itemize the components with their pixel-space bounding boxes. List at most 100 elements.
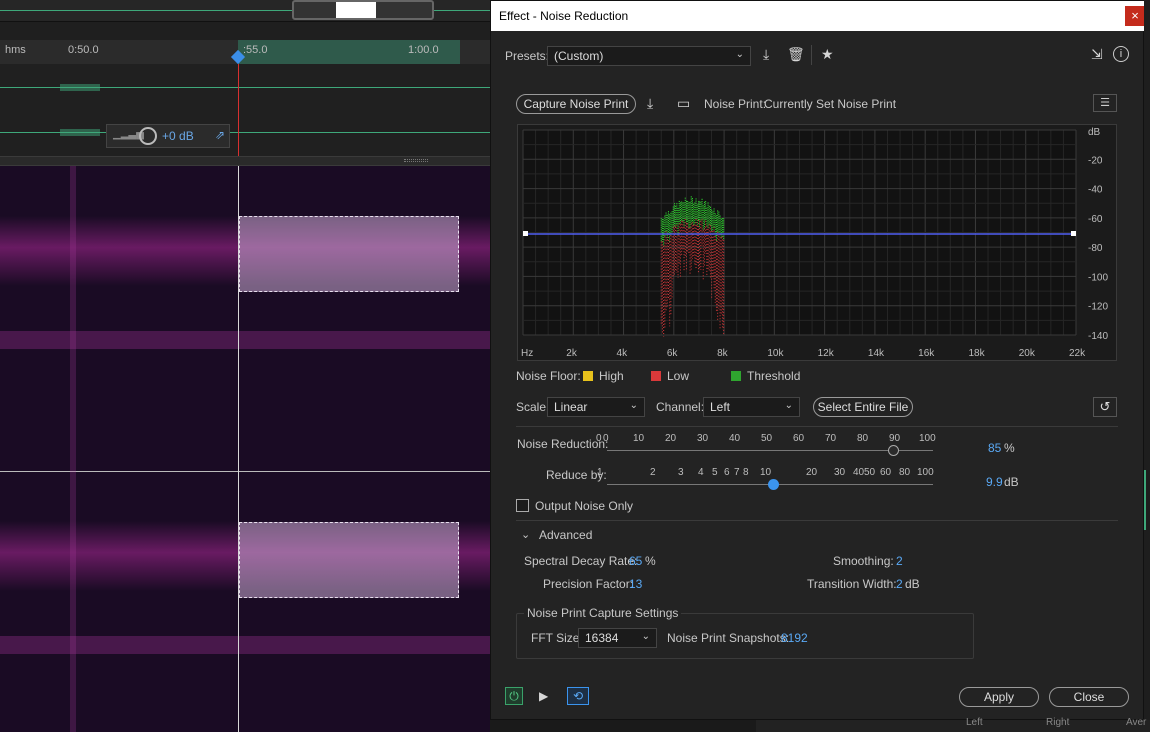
favorite-star-icon[interactable]: ★ (821, 46, 834, 63)
chevron-down-icon: ⌄ (784, 400, 793, 411)
play-icon[interactable]: ▶ (539, 689, 548, 703)
y-axis-ticks: -20 -40 -60 -80 -100 -120 -140 (1088, 155, 1108, 342)
section-divider (516, 520, 1118, 521)
legend-high-text: High (599, 369, 624, 383)
transition-width-value[interactable]: 2 (896, 577, 903, 591)
legend-low: Low (651, 369, 689, 383)
spectral-decay-label: Spectral Decay Rate: (524, 554, 638, 568)
noise-graph-canvas[interactable]: dB -20 -40 -60 -80 -100 -120 -140 Hz 2k 4k 6k 8k 10… (518, 125, 1118, 362)
channel-dropdown[interactable]: Left ⌄ (703, 397, 800, 417)
reduce-by-slider[interactable] (768, 479, 779, 490)
slider-tick-label: 0 (596, 433, 602, 444)
section-divider (516, 426, 1118, 427)
save-preset-icon[interactable]: ⤓ (763, 46, 769, 63)
spectral-display[interactable] (0, 166, 490, 732)
scale-dropdown[interactable]: Linear ⌄ (547, 397, 645, 417)
info-icon[interactable]: i (1113, 46, 1129, 62)
apply-button[interactable]: Apply (959, 687, 1039, 707)
x-tick-label: 22k (1069, 348, 1086, 359)
legend-threshold-swatch (731, 371, 741, 381)
time-ruler[interactable]: hms 0:50.0 :55.0 1:00.0 (0, 40, 490, 65)
x-tick-label: 20k (1019, 348, 1036, 359)
smoothing-value[interactable]: 2 (896, 554, 903, 568)
slider-tick-label: 1 (597, 467, 603, 478)
y-tick-label: -140 (1088, 331, 1108, 342)
overview-viewport[interactable] (292, 0, 434, 20)
precision-factor-label: Precision Factor: (543, 577, 634, 591)
graph-menu-icon[interactable]: ☰ (1093, 94, 1117, 112)
threshold-handle-right[interactable] (1071, 231, 1076, 236)
slider-tick-label: 70 (825, 433, 837, 444)
gain-knob-icon[interactable] (139, 127, 157, 145)
legend-high-swatch (583, 371, 593, 381)
y-tick-label: -80 (1088, 243, 1103, 254)
routing-icon[interactable]: ⇲ (1091, 46, 1103, 63)
overview-bar[interactable] (0, 0, 490, 22)
overview-view-handle[interactable] (336, 2, 376, 18)
reduce-by-scale: 1 2 3 4 5 6 7 8 10 20 30 40 50 60 80 100 (597, 467, 939, 491)
slider-tick-label: 4 (698, 467, 704, 478)
noise-print-label: Noise Print: (704, 97, 767, 111)
waveform-view[interactable] (0, 64, 490, 156)
noise-print-value: Currently Set Noise Print (764, 97, 897, 111)
slider-tick-label: 10 (760, 467, 772, 478)
output-noise-only-checkbox[interactable] (516, 499, 529, 512)
loop-icon[interactable]: ⟲ (567, 687, 589, 705)
noise-reduction-slider[interactable] (888, 445, 900, 456)
waveform-burst (60, 129, 100, 136)
title-bar[interactable]: Effect - Noise Reduction × (491, 1, 1145, 31)
x-tick-label: 14k (868, 348, 885, 359)
presets-dropdown[interactable]: (Custom) ⌄ (547, 46, 751, 66)
close-button[interactable]: Close (1049, 687, 1129, 707)
capture-noise-print-button[interactable]: Capture Noise Print (516, 94, 636, 114)
noise-reduction-value[interactable]: 85 (988, 441, 1001, 455)
advanced-toggle[interactable]: Advanced (539, 528, 592, 542)
y-tick-label: -60 (1088, 214, 1103, 225)
gain-hud[interactable]: ▁▂▃▅ +0 dB ⇗ (106, 124, 230, 148)
x-tick-label: 4k (617, 348, 629, 359)
ruler-label-2: 1:00.0 (408, 44, 439, 56)
presets-label: Presets: (505, 49, 550, 63)
meter-label-average: Aver (1126, 717, 1147, 728)
reset-icon[interactable]: ↺ (1093, 397, 1117, 417)
snapshots-value[interactable]: 8192 (781, 631, 808, 645)
fft-size-dropdown[interactable]: 16384 ⌄ (578, 628, 657, 648)
slider-tick-label: 80 (899, 467, 911, 478)
x-tick-label: 16k (918, 348, 935, 359)
slider-tick-label: 100 (917, 467, 934, 478)
ruler-unit: hms (5, 44, 26, 56)
divider-grip[interactable] (404, 159, 428, 162)
pin-icon[interactable]: ⇗ (215, 128, 225, 142)
chevron-down-icon: ⌄ (641, 631, 650, 642)
load-noise-print-icon[interactable]: ⤓ (647, 95, 653, 112)
noise-reduction-dialog[interactable]: Effect - Noise Reduction × Presets: (Cus… (490, 0, 1145, 720)
waveform-editor[interactable]: hms 0:50.0 :55.0 1:00.0 ▁▂▃▅ +0 dB ⇗ (0, 0, 490, 732)
slider-tick-label: 20 (806, 467, 818, 478)
chevron-down-icon[interactable]: ⌄ (521, 528, 530, 541)
slider-tick-label: 30 (697, 433, 709, 444)
reduce-by-value[interactable]: 9.9 (986, 475, 1003, 489)
delete-preset-icon[interactable]: 🗑 (787, 46, 805, 63)
folder-icon[interactable]: ▭ (677, 95, 690, 112)
gain-value[interactable]: +0 dB (162, 129, 194, 143)
spectral-decay-value[interactable]: 65 (629, 554, 642, 568)
slider-tick-label: 0 (603, 433, 609, 444)
threshold-handle-left[interactable] (523, 231, 528, 236)
panel-divider[interactable] (0, 156, 490, 166)
select-entire-file-button[interactable]: Select Entire File (813, 397, 913, 417)
legend-low-swatch (651, 371, 661, 381)
presets-value: (Custom) (554, 49, 604, 63)
marquee-selection-top[interactable] (239, 216, 459, 292)
noise-graph[interactable]: dB -20 -40 -60 -80 -100 -120 -140 Hz 2k 4k 6k 8k 10… (517, 124, 1117, 361)
precision-factor-value[interactable]: 13 (629, 577, 642, 591)
power-toggle-icon[interactable]: ⏻ (505, 687, 523, 705)
playhead-line-spectral (238, 166, 239, 732)
x-tick-label: 12k (818, 348, 835, 359)
slider-tick-label: 50 (761, 433, 773, 444)
slider-tick-label: 8 (743, 467, 749, 478)
noise-reduction-track (607, 450, 933, 451)
slider-tick-label: 10 (633, 433, 645, 444)
meter-label-right: Right (1046, 717, 1070, 728)
close-window-button[interactable]: × (1125, 6, 1145, 26)
marquee-selection-bottom[interactable] (239, 522, 459, 598)
